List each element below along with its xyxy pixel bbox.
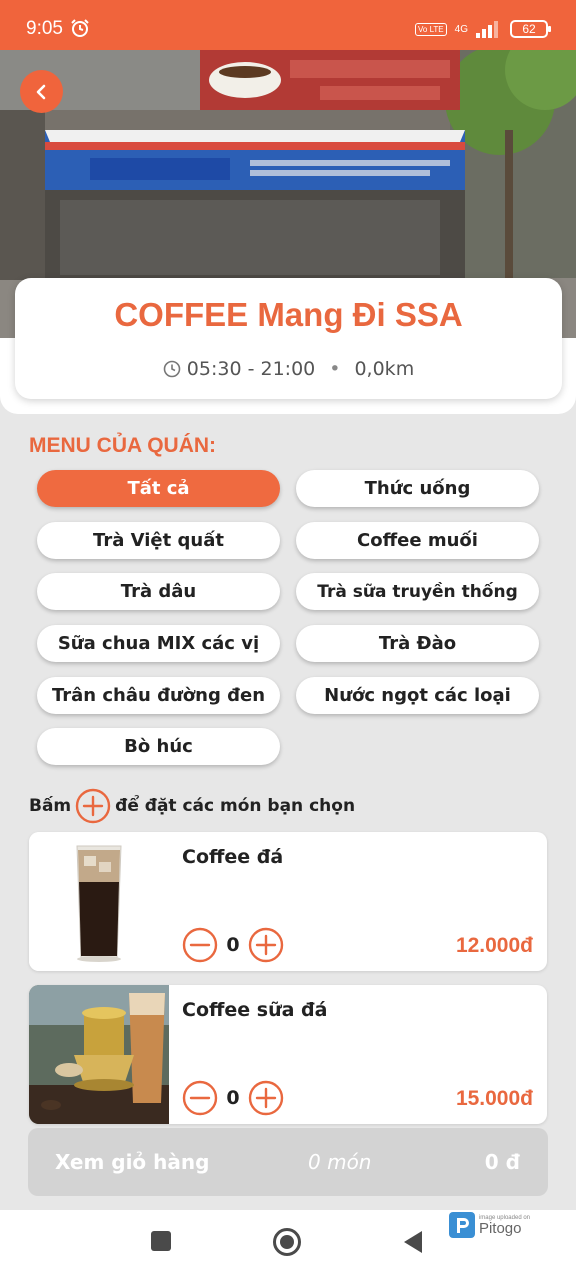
category-chip-blueberry-tea[interactable]: Trà Việt quất	[37, 522, 280, 559]
watermark-brand: Pitogo	[478, 1219, 522, 1237]
store-meta: 05:30 - 21:00 • 0,0km	[15, 358, 562, 380]
status-time: 9:05	[26, 18, 63, 39]
product-image-coffee-da	[29, 832, 169, 971]
battery-icon: 62	[510, 20, 551, 38]
category-chip-milk-tea[interactable]: Trà sữa truyền thống	[296, 573, 539, 610]
category-chip-soft-drinks[interactable]: Nước ngọt các loại	[296, 677, 539, 714]
plus-circle-icon	[75, 788, 111, 824]
product-price: 12.000đ	[455, 934, 533, 957]
store-hours: 05:30 - 21:00	[186, 358, 316, 380]
menu-title: MENU CỦA QUÁN:	[29, 434, 217, 457]
clock-icon	[163, 360, 181, 378]
cart-label: Xem giỏ hàng	[55, 1150, 210, 1174]
store-distance: 0,0km	[354, 358, 415, 380]
store-info-card: COFFEE Mang Đi SSA 05:30 - 21:00 • 0,0km	[15, 278, 562, 399]
instruction-after: để đặt các món bạn chọn	[115, 796, 356, 816]
product-name: Coffee sữa đá	[182, 999, 328, 1021]
status-bar: 9:05 Vo LTE 4G 62	[0, 0, 576, 50]
circle-icon[interactable]	[272, 1227, 302, 1257]
category-chip-brown-sugar-pearl[interactable]: Trân châu đường đen	[37, 677, 280, 714]
pitogo-logo-icon	[448, 1212, 475, 1238]
back-button[interactable]	[20, 70, 63, 113]
category-chip-strawberry-tea[interactable]: Trà dâu	[37, 573, 280, 610]
chevron-left-icon	[36, 84, 45, 99]
quantity-value: 0	[226, 934, 240, 956]
category-chip-salt-coffee[interactable]: Coffee muối	[296, 522, 539, 559]
product-name: Coffee đá	[182, 846, 284, 868]
product-card-coffee-da[interactable]: Coffee đá 0 12.000đ	[29, 832, 547, 971]
triangle-back-icon[interactable]	[402, 1230, 424, 1254]
store-name: COFFEE Mang Đi SSA	[114, 296, 463, 333]
status-indicators: Vo LTE 4G 62	[415, 20, 551, 38]
signal-icon	[476, 21, 498, 38]
plus-circle-icon[interactable]	[248, 927, 284, 963]
order-instruction: Bấm để đặt các món bạn chọn	[29, 788, 355, 824]
volte-badge: Vo LTE	[415, 22, 447, 36]
instruction-before: Bấm	[29, 796, 72, 816]
separator-dot: •	[329, 358, 341, 380]
cart-total: 0 đ	[484, 1150, 520, 1174]
product-card-coffee-sua-da[interactable]: Coffee sữa đá 0 15.000đ	[29, 985, 547, 1124]
category-chip-drinks[interactable]: Thức uống	[296, 470, 539, 507]
square-icon[interactable]	[150, 1230, 172, 1252]
category-chip-all[interactable]: Tất cả	[37, 470, 280, 507]
minus-circle-icon[interactable]	[182, 927, 218, 963]
quantity-stepper: 0	[182, 927, 284, 963]
alarm-clock-icon	[71, 19, 89, 37]
product-image-coffee-sua-da	[29, 985, 169, 1124]
quantity-value: 0	[226, 1087, 240, 1109]
category-chip-red-bull[interactable]: Bò húc	[37, 728, 280, 765]
product-price: 15.000đ	[455, 1087, 533, 1110]
category-chip-peach-tea[interactable]: Trà Đào	[296, 625, 539, 662]
quantity-stepper: 0	[182, 1080, 284, 1116]
watermark: image uploaded on Pitogo	[448, 1212, 530, 1238]
minus-circle-icon[interactable]	[182, 1080, 218, 1116]
plus-circle-icon[interactable]	[248, 1080, 284, 1116]
category-chip-yogurt-mix[interactable]: Sữa chua MIX các vị	[37, 625, 280, 662]
view-cart-button[interactable]: Xem giỏ hàng 0 món 0 đ	[28, 1128, 548, 1196]
network-type: 4G	[454, 23, 468, 35]
cart-item-count: 0 món	[308, 1150, 372, 1174]
